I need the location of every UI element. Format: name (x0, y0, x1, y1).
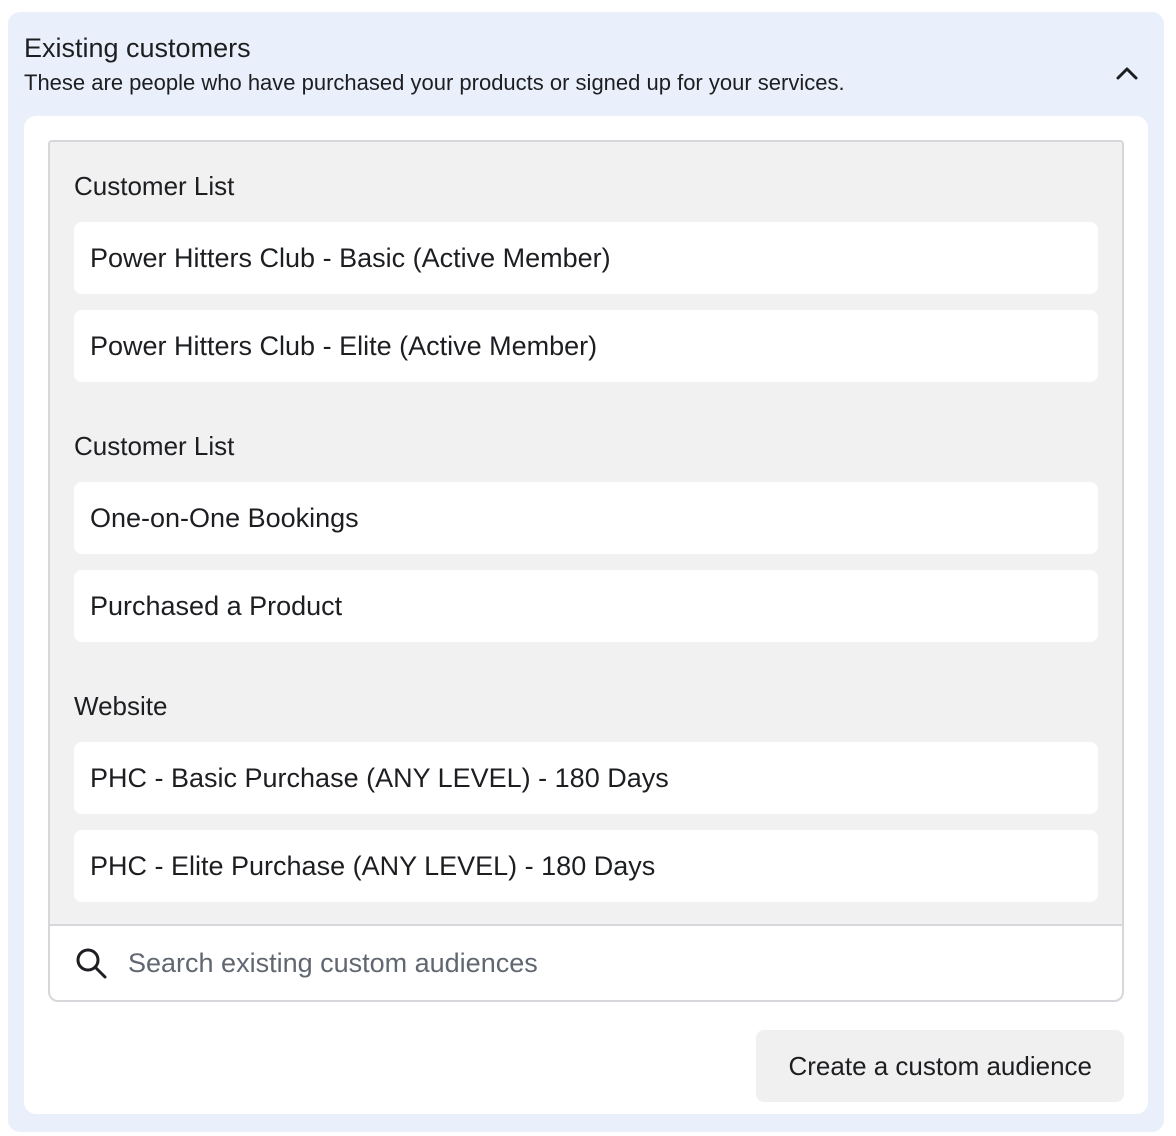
panel-subtitle: These are people who have purchased your… (24, 70, 845, 95)
audience-list[interactable]: Customer List Power Hitters Club - Basic… (50, 142, 1122, 926)
group-label-website: Website (74, 691, 168, 721)
list-item[interactable]: Power Hitters Club - Elite (Active Membe… (74, 310, 1098, 382)
search-input[interactable] (128, 938, 1028, 988)
group-label-customer-list-1: Customer List (74, 171, 235, 201)
chevron-up-icon (1116, 67, 1138, 80)
search-icon (74, 946, 108, 980)
create-custom-audience-button[interactable]: Create a custom audience (756, 1030, 1124, 1102)
audience-card: Customer List Power Hitters Club - Basic… (24, 116, 1148, 1114)
audience-picker: Customer List Power Hitters Club - Basic… (48, 140, 1124, 1002)
group-label-customer-list-2: Customer List (74, 431, 235, 461)
panel-header[interactable]: Existing customers These are people who … (24, 32, 1148, 112)
list-item[interactable]: PHC - Basic Purchase (ANY LEVEL) - 180 D… (74, 742, 1098, 814)
list-item[interactable]: One-on-One Bookings (74, 482, 1098, 554)
list-item[interactable]: Purchased a Product (74, 570, 1098, 642)
panel-title: Existing customers (24, 33, 251, 63)
collapse-button[interactable] (1110, 56, 1144, 90)
search-bar (50, 926, 1122, 1000)
existing-customers-panel: Existing customers These are people who … (8, 12, 1164, 1132)
list-item[interactable]: PHC - Elite Purchase (ANY LEVEL) - 180 D… (74, 830, 1098, 902)
list-item[interactable]: Power Hitters Club - Basic (Active Membe… (74, 222, 1098, 294)
